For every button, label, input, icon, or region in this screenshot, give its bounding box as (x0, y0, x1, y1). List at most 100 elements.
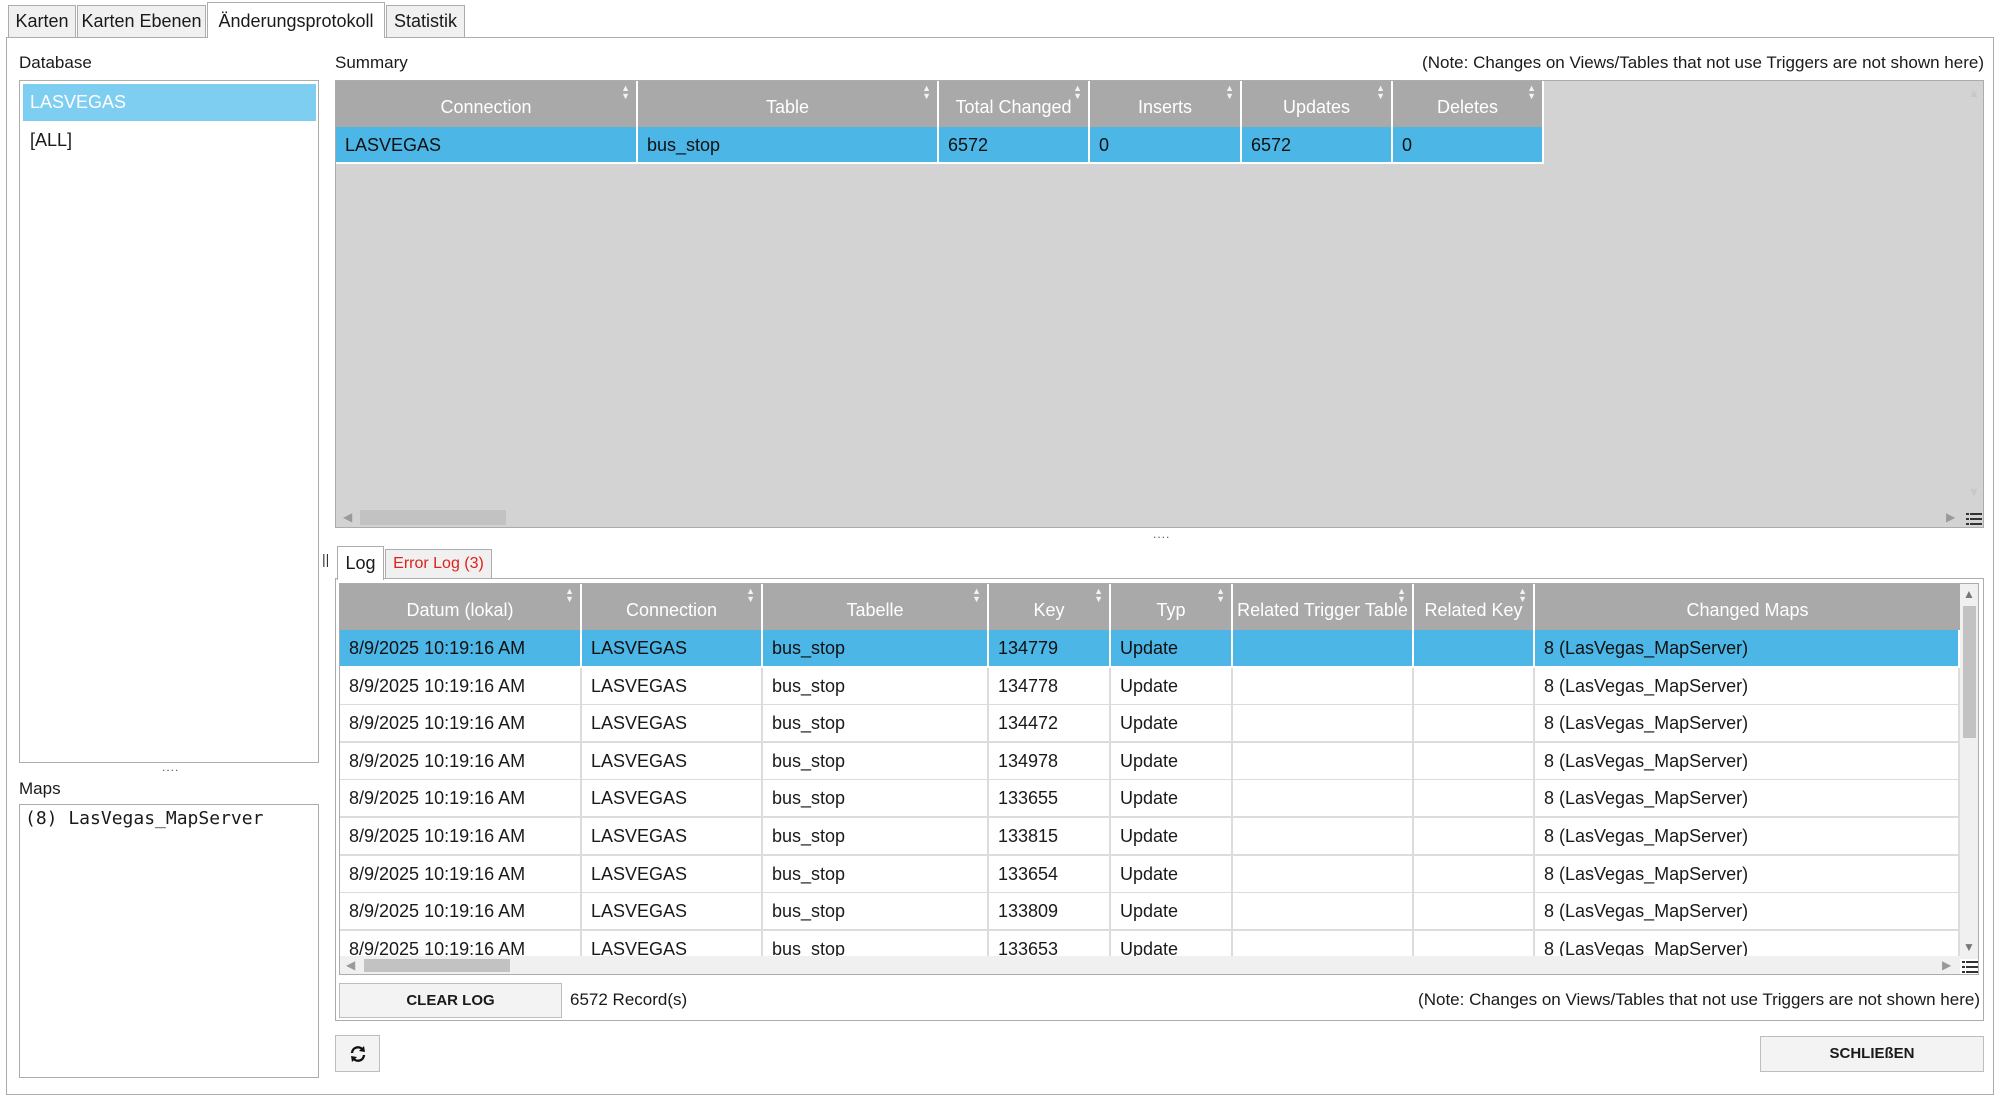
summary-col-connection[interactable]: Connection ▲ ▼ (336, 81, 638, 127)
table-cell[interactable]: LASVEGAS (582, 742, 763, 781)
close-button[interactable]: SCHLIEßEN (1760, 1036, 1984, 1072)
table-cell[interactable]: bus_stop (763, 705, 989, 744)
table-cell[interactable]: bus_stop (763, 667, 989, 706)
table-cell[interactable]: 134472 (989, 705, 1111, 744)
table-cell[interactable]: Update (1111, 667, 1233, 706)
table-cell[interactable]: 133809 (989, 893, 1111, 932)
table-cell[interactable]: LASVEGAS (582, 893, 763, 932)
scroll-up-icon[interactable]: ▲ (1963, 588, 1975, 600)
table-cell[interactable]: 133655 (989, 780, 1111, 819)
table-cell[interactable]: 8/9/2025 10:19:16 AM (340, 780, 582, 819)
table-cell[interactable] (1414, 855, 1535, 894)
table-cell[interactable]: 8/9/2025 10:19:16 AM (340, 742, 582, 781)
summary-col-total-changed[interactable]: Total Changed ▲ ▼ (939, 81, 1090, 127)
table-cell[interactable]: 133654 (989, 855, 1111, 894)
table-cell[interactable]: LASVEGAS (582, 667, 763, 706)
summary-cell[interactable]: LASVEGAS (336, 127, 638, 164)
scroll-down-icon[interactable]: ▼ (1968, 486, 1980, 498)
log-col-related-key[interactable]: Related Key ▲ ▼ (1414, 584, 1535, 630)
tab-aenderungsprotokoll[interactable]: Änderungsprotokoll (207, 2, 385, 38)
clear-log-button[interactable]: CLEAR LOG (339, 983, 562, 1018)
summary-hscroll-thumb[interactable] (360, 510, 506, 525)
table-cell[interactable]: LASVEGAS (582, 630, 763, 668)
table-cell[interactable]: 8/9/2025 10:19:16 AM (340, 855, 582, 894)
scroll-left-icon[interactable]: ◀ (346, 959, 355, 971)
log-col-related-trigger-table[interactable]: Related Trigger Table ▲ ▼ (1233, 584, 1414, 630)
table-cell[interactable]: 8/9/2025 10:19:16 AM (340, 893, 582, 932)
table-cell[interactable]: 8/9/2025 10:19:16 AM (340, 818, 582, 856)
database-item-lasvegas[interactable]: LASVEGAS (23, 84, 316, 121)
table-cell[interactable] (1233, 705, 1414, 744)
tab-karten[interactable]: Karten (8, 5, 76, 37)
table-cell[interactable] (1414, 818, 1535, 856)
tab-karten-ebenen[interactable]: Karten Ebenen (77, 5, 206, 37)
table-cell[interactable]: LASVEGAS (582, 705, 763, 744)
table-cell[interactable]: 8 (LasVegas_MapServer) (1535, 893, 1960, 932)
table-cell[interactable]: LASVEGAS (582, 818, 763, 856)
table-cell[interactable]: 134978 (989, 742, 1111, 781)
table-cell[interactable]: LASVEGAS (582, 780, 763, 819)
refresh-button[interactable] (335, 1035, 380, 1072)
scroll-down-icon[interactable]: ▼ (1963, 941, 1975, 953)
vertical-splitter-grip[interactable]: || (322, 551, 329, 567)
table-cell[interactable]: bus_stop (763, 855, 989, 894)
maps-textbox[interactable]: (8) LasVegas_MapServer (19, 804, 319, 1078)
table-cell[interactable] (1233, 630, 1414, 668)
table-cell[interactable]: 8 (LasVegas_MapServer) (1535, 705, 1960, 744)
log-col-key[interactable]: Key ▲ ▼ (989, 584, 1111, 630)
log-col-typ[interactable]: Typ ▲ ▼ (1111, 584, 1233, 630)
summary-col-table[interactable]: Table ▲ ▼ (638, 81, 939, 127)
column-chooser-icon[interactable] (1962, 958, 1978, 973)
tab-error-log[interactable]: Error Log (3) (385, 549, 492, 579)
table-cell[interactable]: bus_stop (763, 893, 989, 932)
splitter-grip-horizontal[interactable]: .... (1153, 527, 1170, 541)
scroll-right-icon[interactable]: ▶ (1946, 511, 1955, 523)
table-cell[interactable]: 8 (LasVegas_MapServer) (1535, 780, 1960, 819)
table-cell[interactable] (1233, 893, 1414, 932)
summary-cell[interactable]: 6572 (1242, 127, 1393, 164)
table-cell[interactable]: 134779 (989, 630, 1111, 668)
log-vscroll-thumb[interactable] (1963, 606, 1976, 738)
log-col-tabelle[interactable]: Tabelle ▲ ▼ (763, 584, 989, 630)
splitter-grip[interactable]: .... (162, 760, 179, 774)
table-cell[interactable]: 8 (LasVegas_MapServer) (1535, 630, 1960, 668)
summary-col-updates[interactable]: Updates ▲ ▼ (1242, 81, 1393, 127)
table-cell[interactable] (1233, 818, 1414, 856)
summary-col-inserts[interactable]: Inserts ▲ ▼ (1090, 81, 1242, 127)
summary-cell[interactable]: 0 (1090, 127, 1242, 164)
tab-statistik[interactable]: Statistik (386, 5, 465, 37)
table-cell[interactable] (1233, 780, 1414, 819)
scroll-right-icon[interactable]: ▶ (1942, 959, 1951, 971)
table-cell[interactable]: bus_stop (763, 742, 989, 781)
table-cell[interactable]: 133815 (989, 818, 1111, 856)
table-cell[interactable] (1414, 742, 1535, 781)
table-cell[interactable]: 8/9/2025 10:19:16 AM (340, 667, 582, 706)
summary-col-deletes[interactable]: Deletes ▲ ▼ (1393, 81, 1544, 127)
summary-cell[interactable]: bus_stop (638, 127, 939, 164)
table-cell[interactable] (1414, 705, 1535, 744)
database-item-all[interactable]: [ALL] (23, 122, 316, 159)
table-cell[interactable]: bus_stop (763, 630, 989, 668)
log-col-datum[interactable]: Datum (lokal) ▲ ▼ (340, 584, 582, 630)
log-vscroll[interactable]: ▲ ▼ (1960, 584, 1978, 959)
table-cell[interactable]: 8 (LasVegas_MapServer) (1535, 818, 1960, 856)
log-hscroll-thumb[interactable] (364, 959, 510, 972)
table-cell[interactable]: 134778 (989, 667, 1111, 706)
summary-cell[interactable]: 0 (1393, 127, 1544, 164)
tab-log[interactable]: Log (337, 546, 384, 580)
table-cell[interactable]: 8 (LasVegas_MapServer) (1535, 855, 1960, 894)
table-cell[interactable]: bus_stop (763, 780, 989, 819)
table-cell[interactable]: Update (1111, 705, 1233, 744)
table-cell[interactable] (1233, 667, 1414, 706)
scroll-left-icon[interactable]: ◀ (343, 511, 352, 523)
table-cell[interactable]: 8 (LasVegas_MapServer) (1535, 742, 1960, 781)
table-cell[interactable]: LASVEGAS (582, 855, 763, 894)
scroll-up-icon[interactable]: ▲ (1968, 87, 1980, 99)
table-cell[interactable] (1414, 630, 1535, 668)
table-cell[interactable]: Update (1111, 818, 1233, 856)
table-cell[interactable]: bus_stop (763, 818, 989, 856)
table-cell[interactable] (1414, 780, 1535, 819)
table-cell[interactable]: Update (1111, 780, 1233, 819)
column-chooser-icon[interactable] (1966, 510, 1982, 525)
table-cell[interactable]: Update (1111, 855, 1233, 894)
